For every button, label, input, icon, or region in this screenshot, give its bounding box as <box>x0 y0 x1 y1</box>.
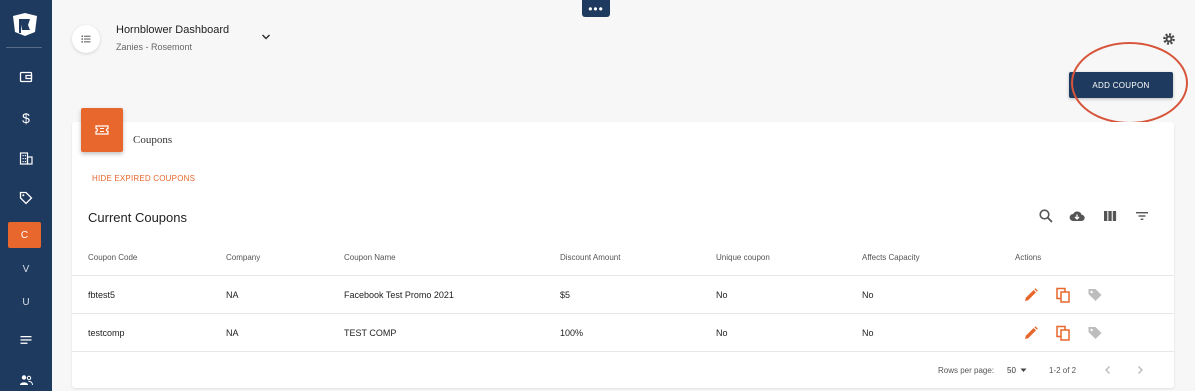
cell-unique-coupon: No <box>716 290 728 300</box>
copy-icon[interactable] <box>1055 287 1071 303</box>
coupon-badge <box>81 108 123 152</box>
sidebar-item-list[interactable] <box>0 327 52 353</box>
copy-icon[interactable] <box>1055 325 1071 341</box>
sidebar-item-u[interactable]: U <box>0 289 52 315</box>
sidebar-item-wallet[interactable] <box>0 64 52 90</box>
sidebar: $ C V U <box>0 0 52 391</box>
table-divider <box>72 275 1174 276</box>
search-icon[interactable] <box>1038 208 1054 224</box>
column-header-actions: Actions <box>1015 253 1042 262</box>
card-title: Coupons <box>133 134 173 146</box>
ticket-icon <box>95 125 109 135</box>
edit-pencil-icon[interactable] <box>1023 287 1039 303</box>
column-header-affects-capacity[interactable]: Affects Capacity <box>862 253 920 262</box>
cloud-download-icon[interactable] <box>1069 208 1085 224</box>
sidebar-item-label: U <box>22 296 30 308</box>
hide-expired-coupons-link[interactable]: HIDE EXPIRED COUPONS <box>92 174 195 183</box>
dashboard-list-button[interactable] <box>72 25 100 53</box>
pagination-range: 1-2 of 2 <box>1049 366 1077 375</box>
flag-logo-icon[interactable] <box>10 10 40 40</box>
table-divider <box>72 313 1174 314</box>
tag-icon <box>19 191 33 205</box>
cell-coupon-name: TEST COMP <box>344 328 397 338</box>
chevron-right-icon[interactable] <box>1134 364 1146 376</box>
dollar-icon: $ <box>22 110 30 126</box>
filter-icon[interactable] <box>1134 208 1150 224</box>
more-menu-button[interactable]: ••• <box>582 0 610 17</box>
rows-per-page-value: 50 <box>1007 366 1016 375</box>
columns-icon[interactable] <box>1102 208 1118 224</box>
sidebar-item-tags[interactable] <box>0 185 52 211</box>
cell-coupon-code: testcomp <box>88 328 125 338</box>
tag-icon[interactable] <box>1087 325 1103 341</box>
sidebar-item-label: V <box>22 263 30 275</box>
column-header-discount-amount[interactable]: Discount Amount <box>560 253 620 262</box>
rows-per-page-label: Rows per page: <box>938 366 995 375</box>
sidebar-item-v[interactable]: V <box>0 256 52 282</box>
dashboard-title: Hornblower Dashboard <box>116 24 230 36</box>
cell-coupon-name: Facebook Test Promo 2021 <box>344 290 454 300</box>
column-header-coupon-code[interactable]: Coupon Code <box>88 253 137 262</box>
column-header-company[interactable]: Company <box>226 253 260 262</box>
chevron-left-icon[interactable] <box>1102 364 1114 376</box>
caret-down-icon <box>1020 368 1027 373</box>
column-header-coupon-name[interactable]: Coupon Name <box>344 253 396 262</box>
cell-discount-amount: $5 <box>560 290 571 300</box>
chevron-down-icon[interactable] <box>260 31 272 43</box>
gear-icon[interactable] <box>1162 32 1176 46</box>
table-divider <box>72 351 1174 352</box>
dashboard-subtitle: Zanies - Rosemont <box>116 42 193 52</box>
sidebar-item-label: C <box>20 229 29 241</box>
cell-affects-capacity: No <box>862 328 874 338</box>
list-icon <box>20 336 32 344</box>
sidebar-item-coupons[interactable]: C <box>8 222 41 248</box>
edit-pencil-icon[interactable] <box>1023 325 1039 341</box>
sidebar-divider <box>6 47 42 48</box>
cell-coupon-code: fbtest5 <box>88 290 116 300</box>
sidebar-item-dollar[interactable]: $ <box>0 105 52 131</box>
tag-icon[interactable] <box>1087 287 1103 303</box>
cell-affects-capacity: No <box>862 290 874 300</box>
rows-per-page-select[interactable]: 50 <box>1007 366 1027 375</box>
building-icon <box>19 152 33 165</box>
annotation-circle <box>1071 42 1188 124</box>
cell-company: NA <box>226 328 239 338</box>
table-title: Current Coupons <box>88 210 187 225</box>
wallet-icon <box>19 71 33 83</box>
sidebar-item-building[interactable] <box>0 145 52 171</box>
list-bullets-icon <box>81 35 91 43</box>
cell-company: NA <box>226 290 239 300</box>
cell-discount-amount: 100% <box>560 328 584 338</box>
sidebar-item-users[interactable] <box>0 367 52 391</box>
column-header-unique-coupon[interactable]: Unique coupon <box>716 253 770 262</box>
cell-unique-coupon: No <box>716 328 728 338</box>
users-icon <box>20 375 33 386</box>
